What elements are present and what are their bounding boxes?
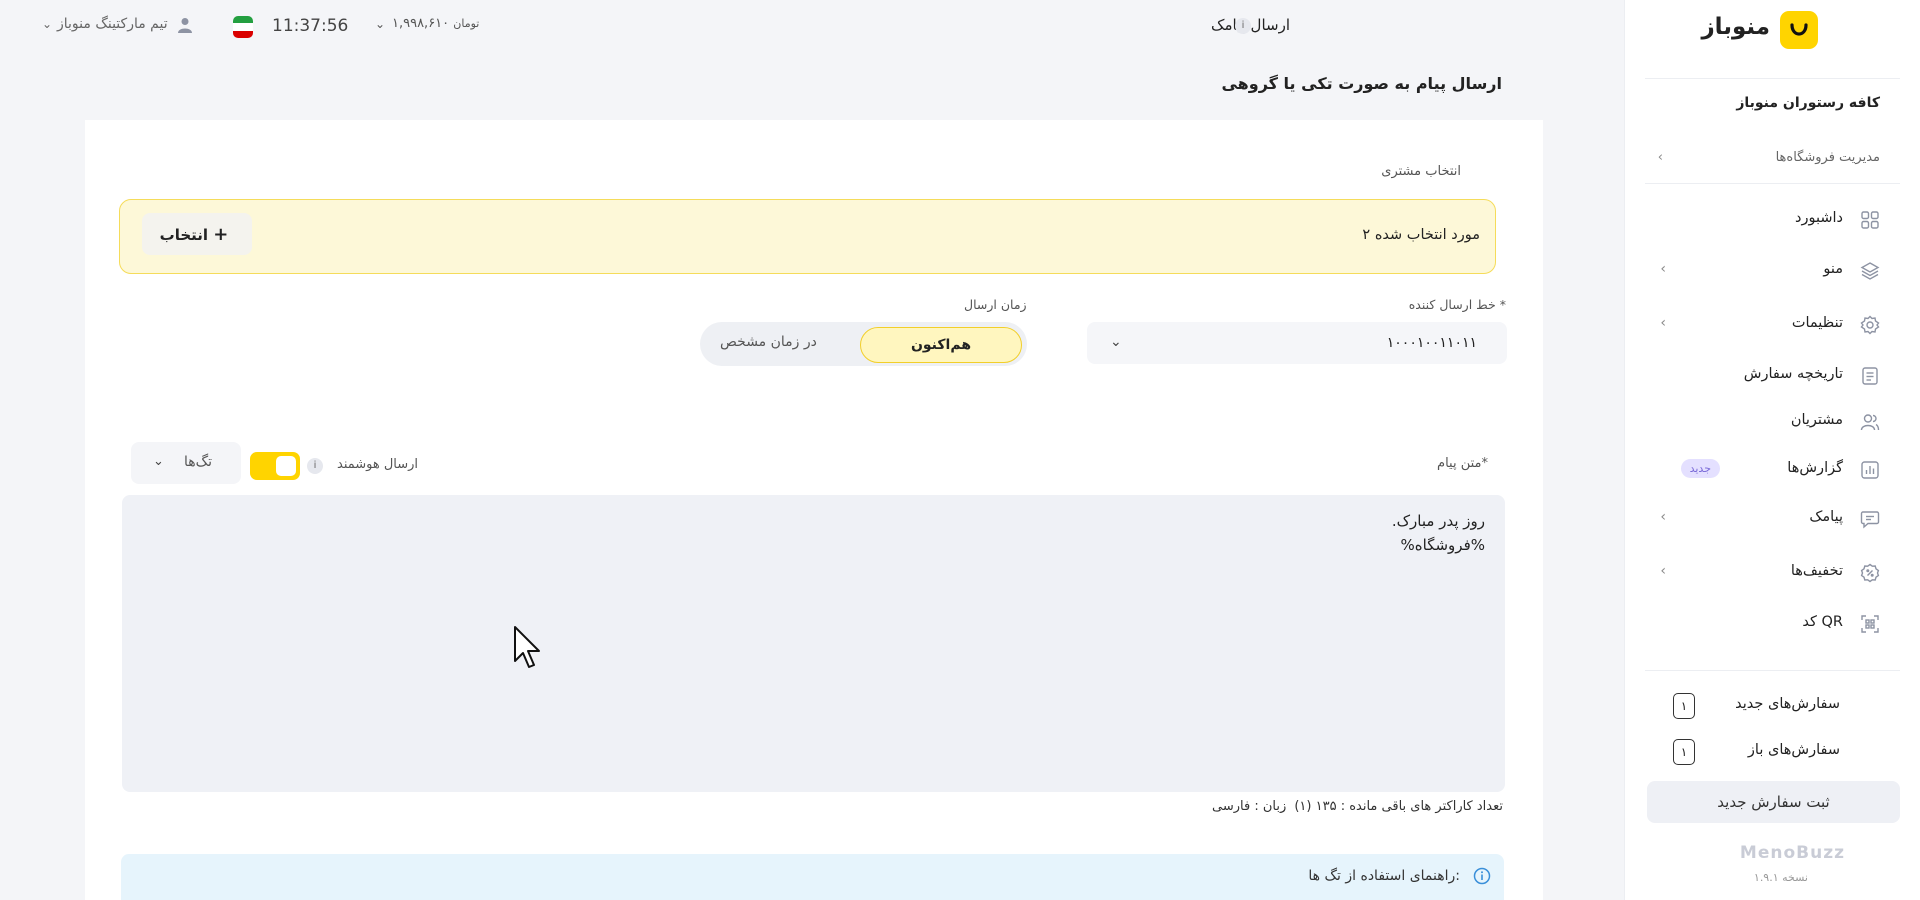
sidebar-item-qr[interactable]: کد QR bbox=[1625, 606, 1920, 640]
send-now-option[interactable]: هم‌اکنون bbox=[860, 327, 1022, 363]
sidebar-item-discounts[interactable]: تخفیف‌ها ‹ bbox=[1625, 555, 1920, 589]
message-icon bbox=[1860, 511, 1880, 529]
send-time-segmented: هم‌اکنون در زمان مشخص bbox=[700, 322, 1027, 366]
message-label: متن پیام* bbox=[1437, 456, 1488, 471]
smart-send-label: ارسال هوشمند bbox=[337, 457, 419, 472]
smart-send-toggle[interactable] bbox=[250, 452, 300, 480]
document-icon bbox=[1862, 367, 1878, 385]
balance-unit: تومان bbox=[453, 17, 480, 30]
sender-label: خط ارسال کننده * bbox=[1408, 297, 1506, 312]
sender-value: ۱۰۰۰۱۰۰۱۱۰۱۱ bbox=[1386, 335, 1477, 351]
users-icon bbox=[1860, 414, 1880, 431]
chevron-left-icon: ‹ bbox=[1660, 315, 1666, 331]
clock-time: 11:37:56 bbox=[272, 16, 349, 36]
balance-value: ۱,۹۹۸,۶۱۰ bbox=[392, 16, 450, 31]
sidebar-item-settings[interactable]: تنظیمات ‹ bbox=[1625, 307, 1920, 341]
selected-customers-box: ۲ مورد انتخاب شده انتخاب + bbox=[119, 199, 1496, 274]
sidebar-item-sms[interactable]: پیامک ‹ bbox=[1625, 501, 1920, 535]
sms-form-card: ارسال پیام به صورت تکی یا گروهی انتخاب م… bbox=[85, 64, 1543, 900]
balance-display[interactable]: ۱,۹۹۸,۶۱۰ تومان bbox=[392, 16, 479, 31]
divider bbox=[1645, 670, 1900, 671]
iran-flag-icon bbox=[233, 16, 253, 38]
user-name[interactable]: تیم مارکتینگ منوباز bbox=[57, 16, 168, 32]
divider bbox=[1645, 183, 1900, 184]
layers-icon bbox=[1860, 262, 1880, 280]
sidebar-item-menu[interactable]: منو ‹ bbox=[1625, 253, 1920, 287]
select-customer-button[interactable]: انتخاب + bbox=[142, 213, 252, 255]
sidebar-item-label: منو bbox=[1823, 261, 1843, 277]
top-bar: ارسال پیامک i ⌄ ۱,۹۹۸,۶۱۰ تومان 11:37:56… bbox=[0, 0, 1623, 54]
new-badge: جدید bbox=[1680, 459, 1720, 478]
chevron-left-icon: ‹ bbox=[1660, 509, 1666, 525]
divider bbox=[1645, 78, 1900, 79]
open-orders-item[interactable]: سفارش‌های باز ۱ bbox=[1625, 737, 1920, 767]
version-text: نسخه ۱.۹.۱ bbox=[1753, 871, 1808, 884]
logo-text: منوباز bbox=[1701, 14, 1770, 40]
new-orders-label: سفارش‌های جدید bbox=[1735, 696, 1840, 712]
send-later-option[interactable]: در زمان مشخص bbox=[720, 334, 817, 350]
sidebar-item-label: گزارش‌ها bbox=[1787, 460, 1843, 476]
info-icon[interactable]: i bbox=[307, 458, 323, 474]
sidebar-item-order-history[interactable]: تاریخچه سفارش bbox=[1625, 358, 1920, 392]
new-orders-count: ۱ bbox=[1673, 693, 1695, 719]
selected-count: ۲ مورد انتخاب شده bbox=[1362, 227, 1480, 243]
chevron-down-icon: ⌄ bbox=[153, 454, 164, 469]
sidebar-item-customers[interactable]: مشتریان bbox=[1625, 404, 1920, 438]
logo-icon bbox=[1780, 11, 1818, 49]
sidebar-item-label: تخفیف‌ها bbox=[1790, 563, 1843, 579]
card-header: ارسال پیام به صورت تکی یا گروهی bbox=[85, 64, 1543, 120]
grid-icon bbox=[1861, 211, 1879, 229]
brand-footer-logo: MenoBuzz bbox=[1739, 843, 1845, 863]
store-manage-label: مدیریت فروشگاه‌ها bbox=[1775, 150, 1880, 165]
chevron-down-icon[interactable]: ⌄ bbox=[42, 17, 52, 31]
form-title: ارسال پیام به صورت تکی یا گروهی bbox=[1221, 74, 1502, 93]
mouse-cursor-icon bbox=[514, 626, 540, 668]
chevron-left-icon: ‹ bbox=[1657, 150, 1663, 165]
tags-label: تگ‌ها bbox=[184, 454, 213, 470]
info-circle-icon bbox=[1473, 867, 1491, 885]
customer-label: انتخاب مشتری bbox=[1381, 164, 1461, 179]
open-orders-count: ۱ bbox=[1673, 739, 1695, 765]
sidebar: منوباز کافه رستوران منوباز مدیریت فروشگا… bbox=[1624, 0, 1920, 900]
chevron-left-icon: ‹ bbox=[1660, 563, 1666, 579]
new-order-button[interactable]: ثبت سفارش جدید bbox=[1647, 781, 1900, 823]
sidebar-item-label: داشبورد bbox=[1795, 210, 1843, 226]
tags-dropdown[interactable]: تگ‌ها ⌄ bbox=[131, 442, 241, 484]
new-orders-item[interactable]: سفارش‌های جدید ۱ bbox=[1625, 691, 1920, 721]
open-orders-label: سفارش‌های باز bbox=[1747, 742, 1840, 758]
character-counter: تعداد کاراکتر های باقی مانده : ۱۳۵ (۱) bbox=[1294, 799, 1503, 814]
sidebar-item-dashboard[interactable]: داشبورد bbox=[1625, 202, 1920, 236]
sender-line-select[interactable]: ۱۰۰۰۱۰۰۱۱۰۱۱ ⌄ bbox=[1087, 322, 1507, 364]
toggle-knob bbox=[276, 456, 296, 476]
sidebar-item-label: پیامک bbox=[1809, 509, 1843, 525]
plus-icon: + bbox=[213, 223, 229, 245]
sidebar-item-label: کد QR bbox=[1802, 614, 1843, 630]
store-name: کافه رستوران منوباز bbox=[1736, 95, 1880, 111]
select-button-label: انتخاب bbox=[159, 225, 209, 244]
qr-icon bbox=[1861, 615, 1879, 633]
chevron-down-icon[interactable]: ⌄ bbox=[375, 17, 385, 31]
sidebar-item-label: تاریخچه سفارش bbox=[1743, 366, 1843, 382]
info-icon[interactable]: i bbox=[1235, 18, 1251, 34]
sidebar-item-reports[interactable]: گزارش‌ها جدید bbox=[1625, 452, 1920, 486]
chevron-left-icon: ‹ bbox=[1660, 261, 1666, 277]
user-icon bbox=[178, 18, 192, 33]
language-indicator: زبان : فارسی bbox=[1212, 799, 1287, 814]
sidebar-item-label: تنظیمات bbox=[1791, 315, 1843, 331]
sidebar-item-label: مشتریان bbox=[1790, 412, 1843, 428]
send-time-label: زمان ارسال bbox=[964, 297, 1027, 312]
gear-icon bbox=[1860, 315, 1880, 335]
message-textarea[interactable]: روز پدر مبارک. %فروشگاه% bbox=[122, 495, 1505, 792]
chevron-down-icon: ⌄ bbox=[1110, 334, 1122, 350]
tags-guide-banner[interactable]: راهنمای استفاده از تگ ها: bbox=[121, 854, 1504, 900]
chart-icon bbox=[1861, 461, 1879, 479]
guide-text: راهنمای استفاده از تگ ها: bbox=[1308, 868, 1460, 884]
discount-icon bbox=[1860, 563, 1880, 583]
